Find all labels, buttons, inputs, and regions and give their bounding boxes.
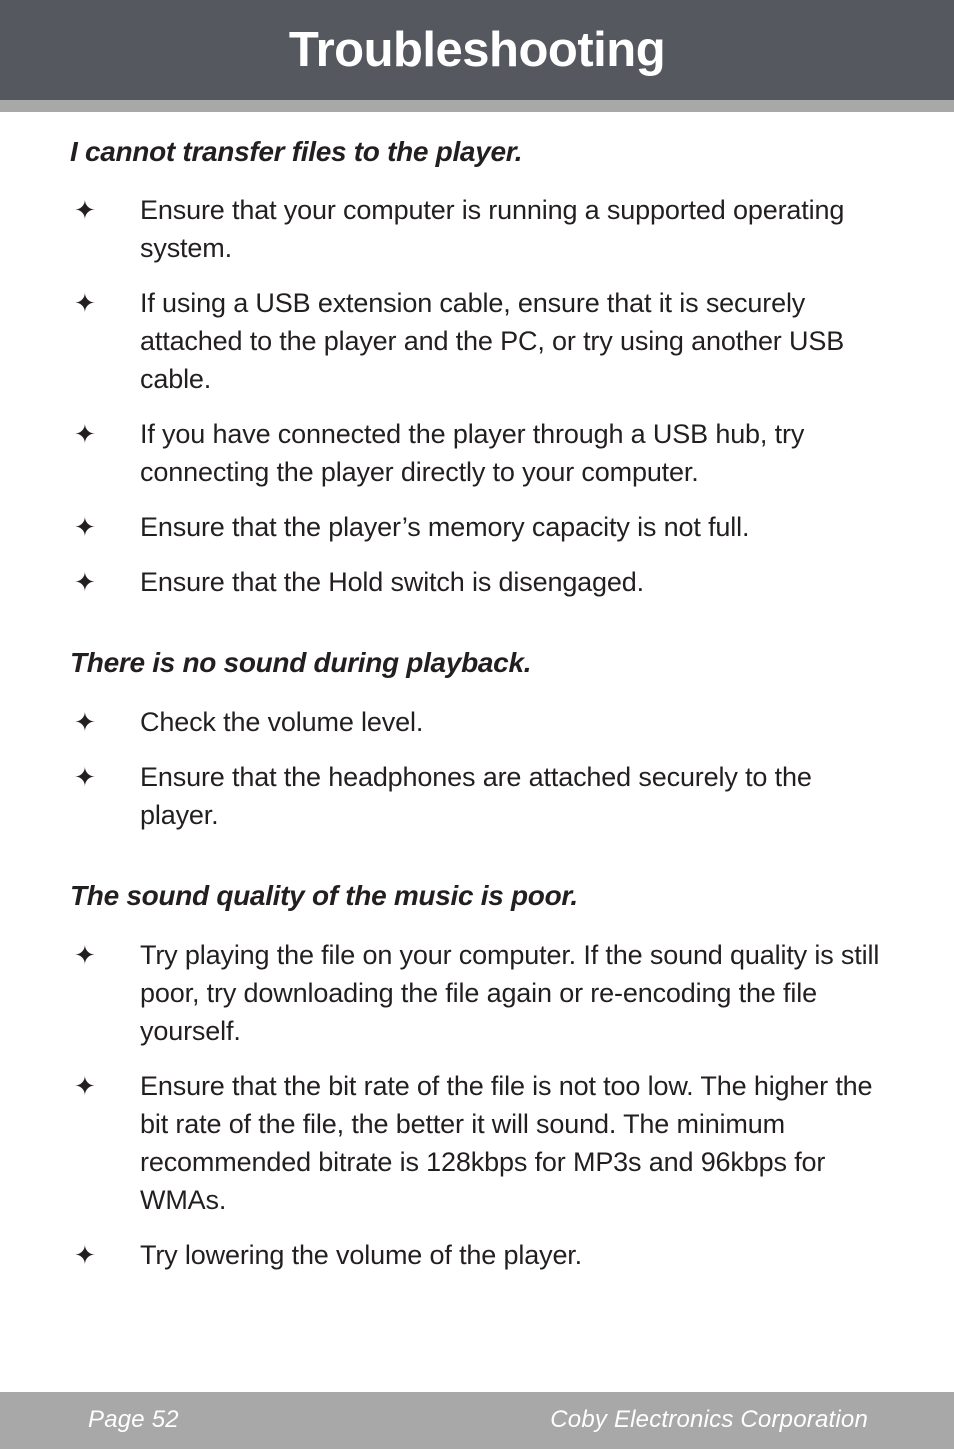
footer-page-number: Page 52 bbox=[88, 1406, 179, 1433]
list-item: ✦ Try playing the file on your computer.… bbox=[0, 936, 954, 1050]
section-heading: The sound quality of the music is poor. bbox=[70, 880, 578, 911]
list-item: ✦ Try lowering the volume of the player. bbox=[0, 1236, 954, 1274]
page-content: I cannot transfer files to the player. ✦… bbox=[0, 112, 954, 1274]
star-bullet-icon: ✦ bbox=[74, 419, 96, 449]
list-item-text: Try lowering the volume of the player. bbox=[140, 1240, 583, 1270]
list-item: ✦ Check the volume level. bbox=[0, 703, 954, 741]
page-footer-bar: Page 52 Coby Electronics Corporation bbox=[0, 1392, 954, 1449]
list-item: ✦ Ensure that the player’s memory capaci… bbox=[0, 508, 954, 546]
star-bullet-icon: ✦ bbox=[74, 940, 96, 970]
star-bullet-icon: ✦ bbox=[74, 512, 96, 542]
list-item-text: Ensure that your computer is running a s… bbox=[140, 195, 845, 263]
list-item-text: Ensure that the bit rate of the file is … bbox=[140, 1071, 873, 1215]
star-bullet-icon: ✦ bbox=[74, 195, 96, 225]
section-no-sound: There is no sound during playback. ✦ Che… bbox=[0, 647, 954, 834]
list-item: ✦ Ensure that the bit rate of the file i… bbox=[0, 1067, 954, 1219]
section-heading: I cannot transfer files to the player. bbox=[70, 136, 523, 167]
star-bullet-icon: ✦ bbox=[74, 1240, 96, 1270]
list-item-text: Ensure that the player’s memory capacity… bbox=[140, 512, 750, 542]
list-item-text: Ensure that the headphones are attached … bbox=[140, 762, 812, 830]
footer-company-name: Coby Electronics Corporation bbox=[550, 1406, 868, 1433]
bullet-list: ✦ Check the volume level. ✦ Ensure that … bbox=[0, 703, 954, 834]
header-accent-bar bbox=[0, 100, 954, 112]
list-item: ✦ Ensure that the headphones are attache… bbox=[0, 758, 954, 834]
star-bullet-icon: ✦ bbox=[74, 1071, 96, 1101]
star-bullet-icon: ✦ bbox=[74, 288, 96, 318]
list-item-text: Ensure that the Hold switch is disengage… bbox=[140, 567, 644, 597]
list-item: ✦ If you have connected the player throu… bbox=[0, 415, 954, 491]
page-title: Troubleshooting bbox=[288, 23, 666, 77]
list-item: ✦ Ensure that the Hold switch is disenga… bbox=[0, 563, 954, 601]
star-bullet-icon: ✦ bbox=[74, 567, 96, 597]
bullet-list: ✦ Try playing the file on your computer.… bbox=[0, 936, 954, 1274]
list-item: ✦ If using a USB extension cable, ensure… bbox=[0, 284, 954, 398]
star-bullet-icon: ✦ bbox=[74, 762, 96, 792]
list-item-text: Try playing the file on your computer. I… bbox=[140, 940, 880, 1046]
section-transfer-files: I cannot transfer files to the player. ✦… bbox=[0, 136, 954, 601]
section-sound-quality: The sound quality of the music is poor. … bbox=[0, 880, 954, 1274]
page-header-bar: Troubleshooting bbox=[0, 0, 954, 100]
list-item-text: If using a USB extension cable, ensure t… bbox=[140, 288, 845, 394]
list-item-text: If you have connected the player through… bbox=[140, 419, 805, 487]
manual-page: Troubleshooting I cannot transfer files … bbox=[0, 0, 954, 1449]
list-item-text: Check the volume level. bbox=[140, 707, 424, 737]
section-heading: There is no sound during playback. bbox=[70, 647, 532, 678]
bullet-list: ✦ Ensure that your computer is running a… bbox=[0, 191, 954, 601]
star-bullet-icon: ✦ bbox=[74, 707, 96, 737]
list-item: ✦ Ensure that your computer is running a… bbox=[0, 191, 954, 267]
